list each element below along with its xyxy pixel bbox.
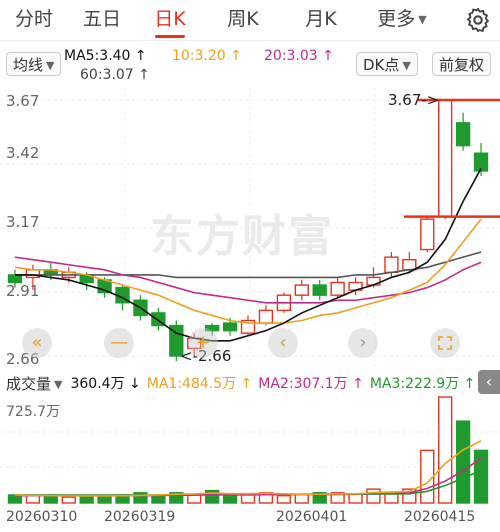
indicator-select-label: 均线 xyxy=(13,56,44,74)
period-tabs: 分时 五日 日K 周K 月K 更多 ▼ xyxy=(0,0,500,41)
candle-up xyxy=(438,99,453,218)
high-price-label: 3.67-> xyxy=(388,91,440,109)
volume-svg xyxy=(0,396,500,504)
tab-more[interactable]: 更多 ▼ xyxy=(360,0,444,40)
volume-bar-up xyxy=(25,494,41,504)
volume-ma2: MA2:307.1万 ↑ xyxy=(258,376,364,392)
candle-up xyxy=(330,281,345,296)
ma20-value: 20:3.03 ↑ xyxy=(264,48,334,64)
tab-five-day[interactable]: 五日 xyxy=(68,0,136,40)
date-label: 20260415 xyxy=(404,509,476,525)
fullscreen-button[interactable] xyxy=(430,328,460,358)
forward-adjust-button[interactable]: 前复权 xyxy=(432,52,492,76)
volume-bar-down xyxy=(455,420,471,504)
tab-weekly-k[interactable]: 周K xyxy=(204,0,282,40)
tab-intraday[interactable]: 分时 xyxy=(0,0,68,40)
candle-up xyxy=(420,218,435,251)
caret-down-icon: ▼ xyxy=(54,377,63,391)
date-axis: 20260310 20260319 20260401 20260415 xyxy=(0,507,500,531)
ma-legend-bar: 均线 ▼ MA5:3.40 ↑ 10:3.20 ↑ 20:3.03 ↑ 60:3.… xyxy=(0,48,500,90)
date-label: 20260310 xyxy=(6,509,78,525)
vol-ma1-line xyxy=(14,440,482,497)
tab-daily-k[interactable]: 日K xyxy=(136,0,204,40)
candle-down xyxy=(312,284,327,296)
volume-chart[interactable]: 725.7万 xyxy=(0,395,500,505)
y-tick-label: 3.17 xyxy=(6,213,40,231)
tab-more-label: 更多 xyxy=(377,8,416,30)
volume-total: 360.4万 ↓ xyxy=(70,376,141,392)
volume-indicator-select[interactable]: 成交量 ▼ xyxy=(6,373,62,394)
scroll-right-button[interactable]: › xyxy=(348,328,378,358)
volume-bar-up xyxy=(420,449,435,504)
tab-monthly-k[interactable]: 月K xyxy=(282,0,360,40)
expand-icon xyxy=(438,336,452,350)
candle-up xyxy=(258,309,274,324)
candle-up xyxy=(402,258,417,271)
ma5-value: MA5:3.40 ↑ xyxy=(64,48,147,64)
zoom-in-button[interactable]: + xyxy=(188,328,218,358)
kline-chart[interactable]: 东方财富 3.67 3.42 3.17 2.91 2.66 3.67-> <-2… xyxy=(0,88,500,370)
y-tick-label: 2.91 xyxy=(6,282,40,300)
volume-legend-bar: 成交量 ▼ 360.4万 ↓ MA1:484.5万 ↑ MA2:307.1万 ↑ … xyxy=(0,371,500,395)
candle-down xyxy=(473,152,489,172)
caret-down-icon: ▼ xyxy=(402,58,411,72)
scroll-far-left-button[interactable]: « xyxy=(22,328,52,358)
caret-down-icon: ▼ xyxy=(46,58,55,72)
candle-down xyxy=(455,122,471,147)
volume-bar-down xyxy=(222,494,238,504)
indicator-select[interactable]: 均线 ▼ xyxy=(6,52,62,76)
date-label: 20260319 xyxy=(104,509,176,525)
watermark: 东方财富 xyxy=(150,211,334,262)
ma60-value: 60:3.07 ↑ xyxy=(80,67,150,83)
candle-up xyxy=(294,284,309,296)
y-tick-label: 3.67 xyxy=(6,92,40,110)
volume-bar-up xyxy=(61,496,76,504)
caret-down-icon: ▼ xyxy=(418,12,427,26)
volume-bar-up xyxy=(294,493,309,504)
volume-max-label: 725.7万 xyxy=(6,404,61,420)
date-label: 20260401 xyxy=(276,509,348,525)
volume-bar-down xyxy=(133,492,148,504)
volume-bar-down xyxy=(79,494,94,504)
collapse-panel-button[interactable]: ‹ xyxy=(478,370,500,394)
volume-bar-down xyxy=(43,495,58,504)
volume-ma3: MA3:222.9万 ↑ xyxy=(369,376,476,392)
volume-bar-up xyxy=(366,488,381,504)
dk-point-button[interactable]: DK点 ▼ xyxy=(356,52,418,76)
volume-bar-down xyxy=(97,495,112,504)
gear-icon[interactable] xyxy=(464,6,492,34)
volume-bar-up xyxy=(240,494,256,504)
volume-title: 成交量 xyxy=(6,374,52,393)
scroll-left-button[interactable]: ‹ xyxy=(268,328,298,358)
candle-up xyxy=(384,256,399,274)
ma10-value: 10:3.20 ↑ xyxy=(172,48,242,64)
y-tick-label: 3.42 xyxy=(6,144,40,162)
zoom-out-button[interactable]: — xyxy=(104,328,134,358)
volume-ma1: MA1:484.5万 ↑ xyxy=(146,376,253,392)
dk-point-label: DK点 xyxy=(363,56,400,74)
volume-bar-up xyxy=(348,493,363,504)
candle-down xyxy=(222,322,238,332)
volume-bar-up xyxy=(276,494,292,504)
